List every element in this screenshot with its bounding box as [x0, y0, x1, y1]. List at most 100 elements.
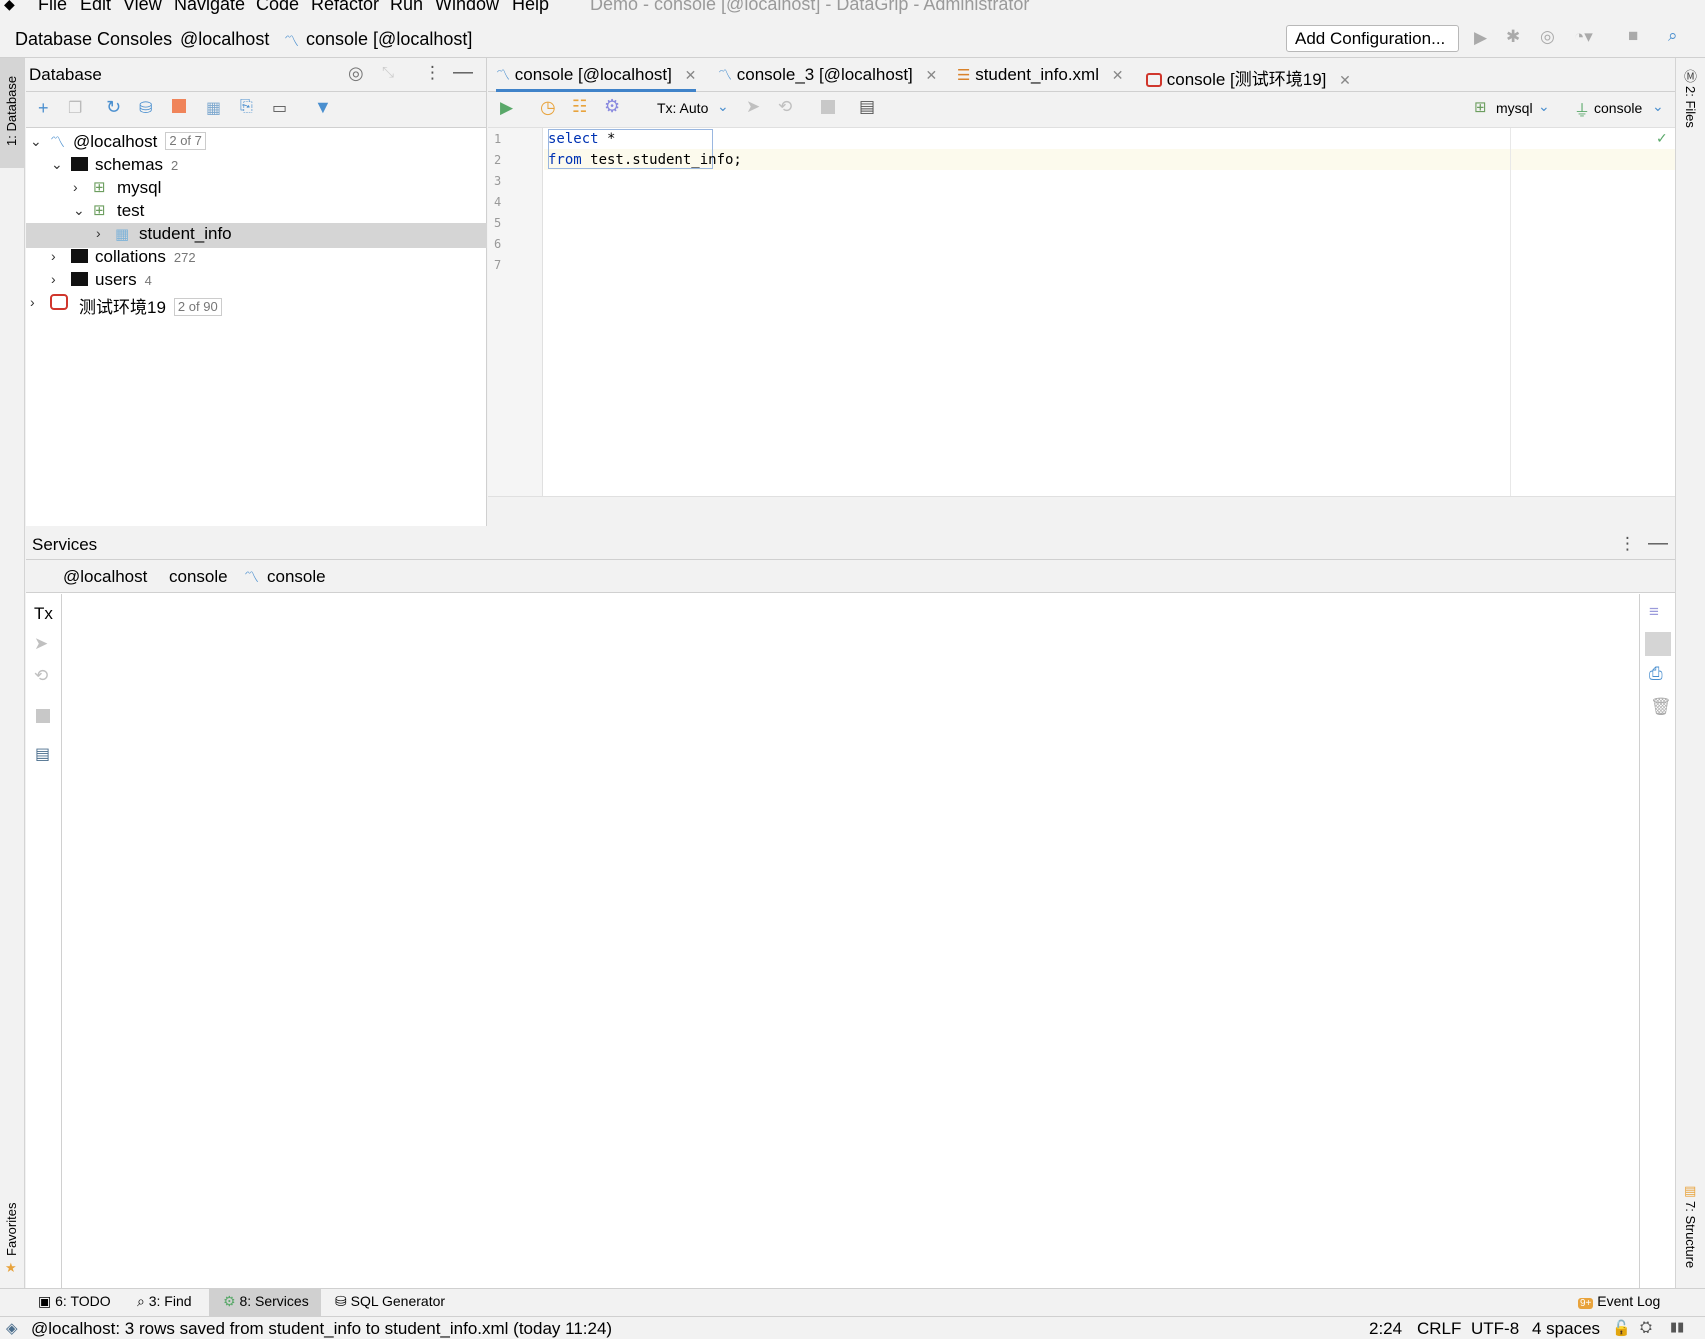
menu-window[interactable]: Window — [435, 0, 499, 15]
filter-icon[interactable]: ▼ — [314, 97, 332, 118]
trash-icon[interactable]: 🗑 — [1650, 697, 1672, 717]
scroll-to-end-icon[interactable] — [1645, 632, 1671, 656]
table-view-icon[interactable]: ▦ — [206, 98, 221, 118]
menu-help[interactable]: Help — [512, 0, 549, 15]
file-encoding[interactable]: UTF-8 — [1471, 1319, 1519, 1339]
inspector-icon[interactable]: ⛭ — [1640, 1319, 1652, 1336]
stop-icon[interactable] — [36, 709, 50, 723]
chevron-right-icon[interactable]: › — [51, 248, 56, 264]
menu-view[interactable]: View — [123, 0, 162, 15]
tree-node-mysql[interactable]: › ⊞ mysql — [26, 177, 487, 202]
chevron-down-icon[interactable]: ⌄ — [51, 156, 63, 173]
chevron-down-icon[interactable]: ⌄ — [73, 202, 85, 219]
services-output-area[interactable] — [63, 594, 1639, 1288]
tree-node-localhost[interactable]: ⌄ 〽 @localhost 2 of 7 — [26, 131, 487, 156]
chevron-right-icon[interactable]: › — [30, 294, 35, 310]
tab-student-info-xml[interactable]: ☰ student_info.xml ✕ — [957, 58, 1123, 92]
tree-node-test-env[interactable]: › 测试环境19 2 of 90 — [26, 292, 487, 317]
settings-icon[interactable]: ⚙ — [604, 96, 620, 117]
memory-icon[interactable]: ▮▮ — [1670, 1319, 1684, 1335]
menu-file[interactable]: File — [38, 0, 67, 15]
stop-icon[interactable] — [172, 99, 186, 113]
add-configuration-button[interactable]: Add Configuration... — [1286, 25, 1459, 52]
tx-label[interactable]: Tx — [34, 604, 53, 624]
services-crumb-localhost[interactable]: @localhost — [63, 567, 147, 587]
tree-node-collations[interactable]: › collations 272 — [26, 246, 487, 271]
refresh-icon[interactable]: ↻ — [106, 97, 121, 118]
collapse-icon[interactable]: ⤡ — [382, 64, 394, 81]
more-options-icon[interactable]: ⋮ — [424, 63, 441, 83]
cancel-query-icon[interactable] — [821, 100, 835, 114]
minimize-icon[interactable]: — — [1648, 532, 1668, 555]
ddl-icon[interactable]: ⎘ — [240, 98, 253, 116]
tree-node-test[interactable]: ⌄ ⊞ test — [26, 200, 487, 225]
tab-console-3[interactable]: 〽 console_3 [@localhost] ✕ — [718, 58, 937, 92]
output-view-icon[interactable]: ▤ — [859, 97, 875, 117]
tab-console-localhost[interactable]: 〽 console [@localhost] ✕ — [496, 58, 697, 92]
breadcrumb-console[interactable]: console [@localhost] — [306, 29, 472, 50]
tree-node-users[interactable]: › users 4 — [26, 269, 487, 294]
close-icon[interactable]: ✕ — [685, 67, 697, 83]
tab-console-test-env[interactable]: console [测试环境19] ✕ — [1146, 58, 1351, 92]
layout-icon[interactable]: ▤ — [35, 744, 50, 764]
rollback-icon[interactable]: ⟲ — [778, 97, 792, 117]
chevron-right-icon[interactable]: › — [96, 225, 101, 241]
breadcrumb-database-consoles[interactable]: Database Consoles — [15, 29, 172, 50]
stop-icon[interactable]: ■ — [1628, 26, 1638, 46]
db-properties-icon[interactable]: ⛁ — [139, 98, 152, 118]
history-icon[interactable]: ◷ — [540, 97, 556, 118]
favorites-tool-label[interactable]: Favorites — [4, 1203, 19, 1256]
tx-mode-selector[interactable]: Tx: Auto — [657, 100, 708, 116]
close-icon[interactable]: ✕ — [1339, 72, 1351, 88]
event-log-tab[interactable]: 9+ Event Log — [1578, 1293, 1660, 1309]
minimize-icon[interactable]: — — [453, 61, 473, 84]
add-icon[interactable]: + — [38, 98, 49, 119]
breadcrumb-localhost[interactable]: @localhost — [180, 29, 269, 50]
more-options-icon[interactable]: ⋮ — [1619, 534, 1636, 554]
services-crumb-session[interactable]: console — [267, 567, 326, 587]
menu-navigate[interactable]: Navigate — [174, 0, 245, 15]
locate-icon[interactable]: ◎ — [348, 63, 364, 84]
chevron-right-icon[interactable]: › — [73, 179, 78, 195]
database-tool-label[interactable]: 1: Database — [4, 76, 19, 146]
todo-tab[interactable]: ▣ 6: TODO — [38, 1293, 111, 1310]
files-tool-label[interactable]: 2: Files — [1683, 86, 1698, 128]
line-separator[interactable]: CRLF — [1417, 1319, 1461, 1339]
caret-position[interactable]: 2:24 — [1369, 1319, 1402, 1339]
soft-wrap-icon[interactable]: ≡ — [1649, 602, 1659, 622]
code-editor[interactable]: select * from test.student_info; — [488, 128, 1675, 496]
chevron-down-icon[interactable]: ⌄ — [717, 98, 729, 115]
schema-selector[interactable]: mysql — [1496, 100, 1533, 116]
session-selector[interactable]: console — [1594, 100, 1642, 116]
menu-run[interactable]: Run — [390, 0, 423, 15]
console-icon[interactable]: ▭ — [272, 98, 287, 118]
menu-code[interactable]: Code — [256, 0, 299, 15]
chevron-down-icon[interactable]: ⌄ — [1652, 98, 1664, 115]
chevron-down-icon[interactable]: ⌄ — [30, 133, 42, 150]
execute-icon[interactable]: ▶ — [500, 98, 513, 118]
close-icon[interactable]: ✕ — [1112, 67, 1124, 83]
debug-icon[interactable]: ✱ — [1506, 27, 1520, 47]
chevron-down-icon[interactable]: ⌄ — [1538, 98, 1550, 115]
find-tab[interactable]: ⌕ 3: Find — [137, 1293, 192, 1310]
chevron-right-icon[interactable]: › — [51, 271, 56, 287]
tree-node-schemas[interactable]: ⌄ schemas 2 — [26, 154, 487, 179]
run-icon[interactable]: ▶ — [1474, 28, 1487, 48]
lock-icon[interactable]: 🔓 — [1612, 1319, 1631, 1337]
status-message[interactable]: @localhost: 3 rows saved from student_in… — [31, 1319, 612, 1339]
run-coverage-icon[interactable]: ◎ — [1540, 27, 1555, 47]
structure-tool-label[interactable]: 7: Structure — [1683, 1201, 1698, 1268]
rollback-icon[interactable]: ⟲ — [34, 666, 48, 686]
menu-refactor[interactable]: Refactor — [311, 0, 379, 15]
commit-icon[interactable]: ➤ — [746, 97, 760, 117]
search-icon[interactable]: ⌕ — [1668, 26, 1678, 46]
print-icon[interactable]: ⎙ — [1649, 664, 1663, 684]
sql-generator-tab[interactable]: ⛁ SQL Generator — [335, 1293, 445, 1310]
indent-setting[interactable]: 4 spaces — [1532, 1319, 1600, 1339]
duplicate-icon[interactable]: ❐ — [68, 98, 82, 118]
menu-edit[interactable]: Edit — [80, 0, 111, 15]
services-crumb-console[interactable]: console — [169, 567, 228, 587]
explain-plan-icon[interactable]: ☷ — [572, 97, 587, 117]
close-icon[interactable]: ✕ — [926, 67, 938, 83]
tree-node-student-info[interactable]: › ▦ student_info — [26, 223, 487, 248]
